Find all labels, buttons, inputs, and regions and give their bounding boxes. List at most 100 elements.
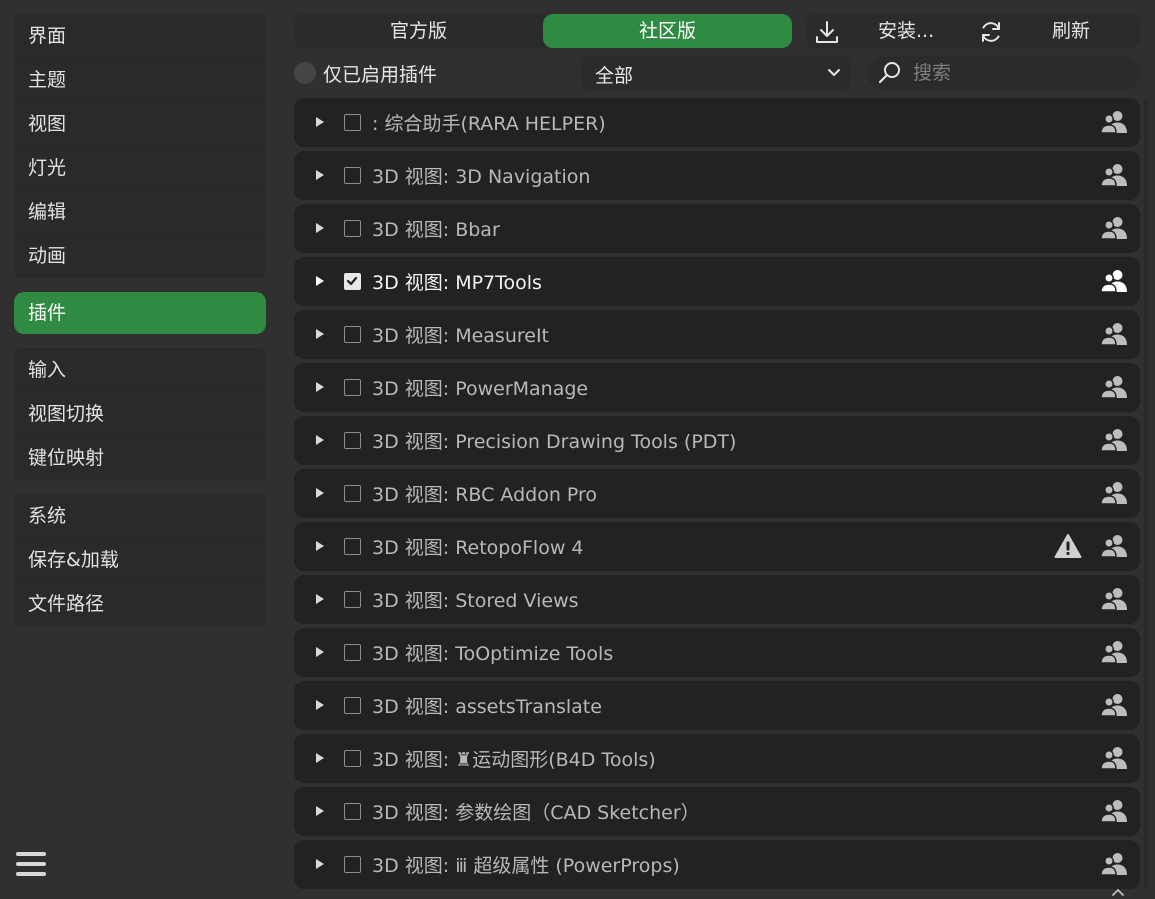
community-user-icon: [1100, 376, 1127, 399]
disclosure-triangle-icon[interactable]: [314, 222, 326, 234]
disclosure-triangle-icon[interactable]: [314, 752, 326, 764]
addon-enable-checkbox[interactable]: [344, 591, 361, 608]
community-user-icon: [1100, 323, 1127, 346]
addon-enable-checkbox[interactable]: [344, 538, 361, 555]
search-icon: [878, 62, 900, 84]
addon-enable-checkbox[interactable]: [344, 220, 361, 237]
tab-community[interactable]: 社区版: [543, 14, 792, 48]
scroll-up-icon[interactable]: [1111, 887, 1125, 897]
addon-row[interactable]: 3D 视图: PowerManage: [294, 363, 1140, 412]
sidebar-item-file-paths[interactable]: 文件路径: [14, 582, 266, 626]
disclosure-triangle-icon[interactable]: [314, 381, 326, 393]
addon-enable-checkbox[interactable]: [344, 856, 361, 873]
addon-row[interactable]: 3D 视图: MeasureIt: [294, 310, 1140, 359]
search-field[interactable]: [867, 56, 1140, 90]
community-user-icon: [1100, 588, 1127, 611]
addon-row[interactable]: : 综合助手(RARA HELPER): [294, 98, 1140, 147]
sidebar-item-addons[interactable]: 插件: [14, 292, 266, 334]
sidebar-item-keymap[interactable]: 键位映射: [14, 436, 266, 480]
addon-enable-checkbox[interactable]: [344, 432, 361, 449]
refresh-icon: [982, 22, 1000, 42]
addon-row[interactable]: 3D 视图: RetopoFlow 4: [294, 522, 1140, 571]
scrollbar[interactable]: [1144, 98, 1148, 888]
disclosure-triangle-icon[interactable]: [314, 275, 326, 287]
sidebar: 界面 主题 视图 灯光 编辑 动画 插件 输入 视图切换 键位映射 系统 保存&…: [14, 14, 266, 640]
sidebar-item-viewport[interactable]: 视图: [14, 102, 266, 146]
action-buttons: 安装... 刷新: [806, 14, 1140, 48]
disclosure-triangle-icon[interactable]: [314, 434, 326, 446]
disclosure-triangle-icon[interactable]: [314, 116, 326, 128]
community-user-icon: [1100, 800, 1127, 823]
hamburger-menu-icon[interactable]: [16, 852, 46, 882]
addon-row[interactable]: 3D 视图: Stored Views: [294, 575, 1140, 624]
community-user-icon: [1100, 111, 1127, 134]
install-button[interactable]: 安装...: [806, 14, 982, 48]
category-select[interactable]: 全部: [581, 56, 851, 90]
addon-enable-checkbox[interactable]: [344, 114, 361, 131]
addon-row[interactable]: 3D 视图: RBC Addon Pro: [294, 469, 1140, 518]
source-segmented-control: 官方版 社区版: [294, 14, 792, 48]
refresh-button[interactable]: 刷新: [976, 14, 1140, 48]
warning-icon: [1054, 534, 1082, 558]
sidebar-group-general: 界面 主题 视图 灯光 编辑 动画: [14, 14, 266, 278]
addon-enable-checkbox[interactable]: [344, 326, 361, 343]
addon-enable-checkbox[interactable]: [344, 379, 361, 396]
sidebar-item-input[interactable]: 输入: [14, 348, 266, 392]
addon-enable-checkbox[interactable]: [344, 167, 361, 184]
enabled-only-label: 仅已启用插件: [323, 64, 438, 86]
addon-name: 3D 视图: Stored Views: [372, 590, 579, 612]
refresh-label: 刷新: [1052, 20, 1091, 42]
enabled-only-radio[interactable]: [294, 62, 316, 84]
sidebar-item-save-load[interactable]: 保存&加载: [14, 538, 266, 582]
disclosure-triangle-icon[interactable]: [314, 858, 326, 870]
search-input[interactable]: [913, 56, 1128, 90]
addon-enable-checkbox[interactable]: [344, 750, 361, 767]
preferences-window: 界面 主题 视图 灯光 编辑 动画 插件 输入 视图切换 键位映射 系统 保存&…: [0, 0, 1155, 899]
addon-name: 3D 视图: RetopoFlow 4: [372, 537, 584, 559]
disclosure-triangle-icon[interactable]: [314, 328, 326, 340]
sidebar-group-system: 系统 保存&加载 文件路径: [14, 494, 266, 626]
sidebar-item-navigation[interactable]: 视图切换: [14, 392, 266, 436]
community-user-icon: [1100, 694, 1127, 717]
addon-name: 3D 视图: PowerManage: [372, 378, 589, 400]
disclosure-triangle-icon[interactable]: [314, 540, 326, 552]
sidebar-item-editing[interactable]: 编辑: [14, 190, 266, 234]
addon-row[interactable]: 3D 视图: ToOptimize Tools: [294, 628, 1140, 677]
disclosure-triangle-icon[interactable]: [314, 805, 326, 817]
sidebar-item-system[interactable]: 系统: [14, 494, 266, 538]
addon-row[interactable]: 3D 视图: 3D Navigation: [294, 151, 1140, 200]
checkmark-icon: [346, 276, 358, 286]
community-user-icon: [1100, 641, 1127, 664]
addon-name: 3D 视图: Precision Drawing Tools (PDT): [372, 431, 737, 453]
addon-enable-checkbox[interactable]: [344, 485, 361, 502]
sidebar-item-animation[interactable]: 动画: [14, 234, 266, 278]
addon-row[interactable]: 3D 视图: Precision Drawing Tools (PDT): [294, 416, 1140, 465]
disclosure-triangle-icon[interactable]: [314, 593, 326, 605]
sidebar-item-interface[interactable]: 界面: [14, 14, 266, 58]
addon-row[interactable]: 3D 视图: Bbar: [294, 204, 1140, 253]
addon-row[interactable]: 3D 视图: ♜运动图形(B4D Tools): [294, 734, 1140, 783]
addon-enable-checkbox[interactable]: [344, 644, 361, 661]
addon-row[interactable]: 3D 视图: ⅲ 超级属性 (PowerProps): [294, 840, 1140, 889]
addon-list: : 综合助手(RARA HELPER) 3D 视图: 3D Navigation 3…: [294, 98, 1140, 893]
addon-row[interactable]: 3D 视图: MP7Tools: [294, 257, 1140, 306]
addon-name: 3D 视图: 参数绘图（CAD Sketcher）: [372, 802, 700, 824]
disclosure-triangle-icon[interactable]: [314, 169, 326, 181]
addon-name: 3D 视图: MeasureIt: [372, 325, 550, 347]
disclosure-triangle-icon[interactable]: [314, 646, 326, 658]
addon-row[interactable]: 3D 视图: assetsTranslate: [294, 681, 1140, 730]
download-icon: [816, 21, 838, 43]
tab-official[interactable]: 官方版: [294, 14, 543, 48]
sidebar-item-themes[interactable]: 主题: [14, 58, 266, 102]
addon-enable-checkbox[interactable]: [344, 273, 361, 290]
disclosure-triangle-icon[interactable]: [314, 699, 326, 711]
disclosure-triangle-icon[interactable]: [314, 487, 326, 499]
addon-enable-checkbox[interactable]: [344, 803, 361, 820]
install-label: 安装...: [878, 20, 935, 42]
top-bar: 官方版 社区版 安装... 刷新: [294, 14, 1140, 48]
sidebar-item-lights[interactable]: 灯光: [14, 146, 266, 190]
community-user-icon: [1100, 429, 1127, 452]
addon-row[interactable]: 3D 视图: 参数绘图（CAD Sketcher）: [294, 787, 1140, 836]
addon-enable-checkbox[interactable]: [344, 697, 361, 714]
sidebar-group-addons: 插件: [14, 292, 266, 334]
